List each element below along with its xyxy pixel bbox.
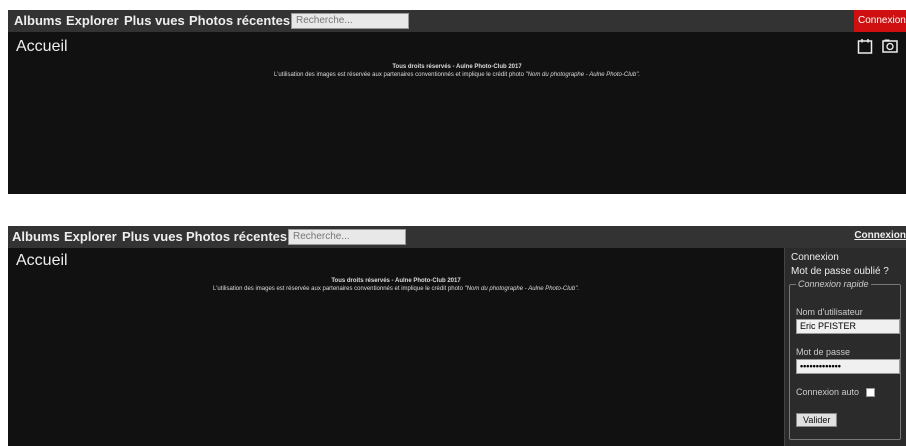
username-field[interactable]: Eric PFISTER — [796, 319, 900, 334]
menu-explorer[interactable]: Explorer — [66, 13, 119, 28]
menu-photos-recentes[interactable]: Photos récentes — [189, 13, 290, 28]
password-label: Mot de passe — [796, 347, 851, 357]
quick-login-legend: Connexion rapide — [796, 279, 871, 289]
panel-login-link[interactable]: Connexion — [791, 252, 839, 263]
camera-icon[interactable] — [882, 38, 898, 54]
screen-before-login: Albums Explorer Plus vues Photos récente… — [8, 10, 906, 194]
menu-albums[interactable]: Albums — [12, 229, 60, 244]
page-title: Accueil — [16, 38, 68, 55]
search-input[interactable]: Recherche... — [291, 13, 409, 29]
quick-login-fieldset: Connexion rapide Nom d'utilisateur Eric … — [789, 279, 901, 440]
login-button[interactable]: Connexion — [854, 10, 906, 32]
menu-bar: Albums Explorer Plus vues Photos récente… — [8, 226, 906, 248]
username-label: Nom d'utilisateur — [796, 307, 863, 317]
copyright-text: Tous droits réservés - Aulne Photo-Club … — [392, 64, 522, 70]
login-link[interactable]: Connexion — [854, 230, 906, 241]
usage-credit: "Nom du photographe - Aulne Photo-Club". — [525, 72, 641, 78]
menu-plus-vues[interactable]: Plus vues — [124, 13, 185, 28]
login-panel: Connexion Mot de passe oublié ? Connexio… — [784, 248, 906, 446]
usage-notice: L'utilisation des images est réservée au… — [8, 286, 784, 292]
usage-credit: "Nom du photographe - Aulne Photo-Club". — [464, 286, 580, 292]
usage-text: L'utilisation des images est réservée au… — [273, 72, 526, 78]
menu-albums[interactable]: Albums — [14, 13, 62, 28]
screen-login-panel-open: Albums Explorer Plus vues Photos récente… — [8, 226, 906, 446]
page-title: Accueil — [16, 252, 68, 269]
menu-photos-recentes[interactable]: Photos récentes — [186, 229, 287, 244]
auto-login-checkbox[interactable] — [866, 388, 875, 397]
search-input[interactable]: Recherche... — [288, 229, 406, 245]
menu-explorer[interactable]: Explorer — [64, 229, 117, 244]
menu-bar: Albums Explorer Plus vues Photos récente… — [8, 10, 906, 32]
submit-button[interactable]: Valider — [796, 413, 838, 427]
menu-plus-vues[interactable]: Plus vues — [122, 229, 183, 244]
password-field[interactable]: ••••••••••••• — [796, 359, 900, 374]
auto-login-label: Connexion auto — [796, 387, 860, 397]
usage-notice: L'utilisation des images est réservée au… — [8, 72, 906, 78]
copyright-text: Tous droits réservés - Aulne Photo-Club … — [331, 278, 461, 284]
calendar-icon[interactable] — [857, 38, 873, 54]
forgot-password-link[interactable]: Mot de passe oublié ? — [791, 266, 889, 277]
usage-text: L'utilisation des images est réservée au… — [212, 286, 465, 292]
